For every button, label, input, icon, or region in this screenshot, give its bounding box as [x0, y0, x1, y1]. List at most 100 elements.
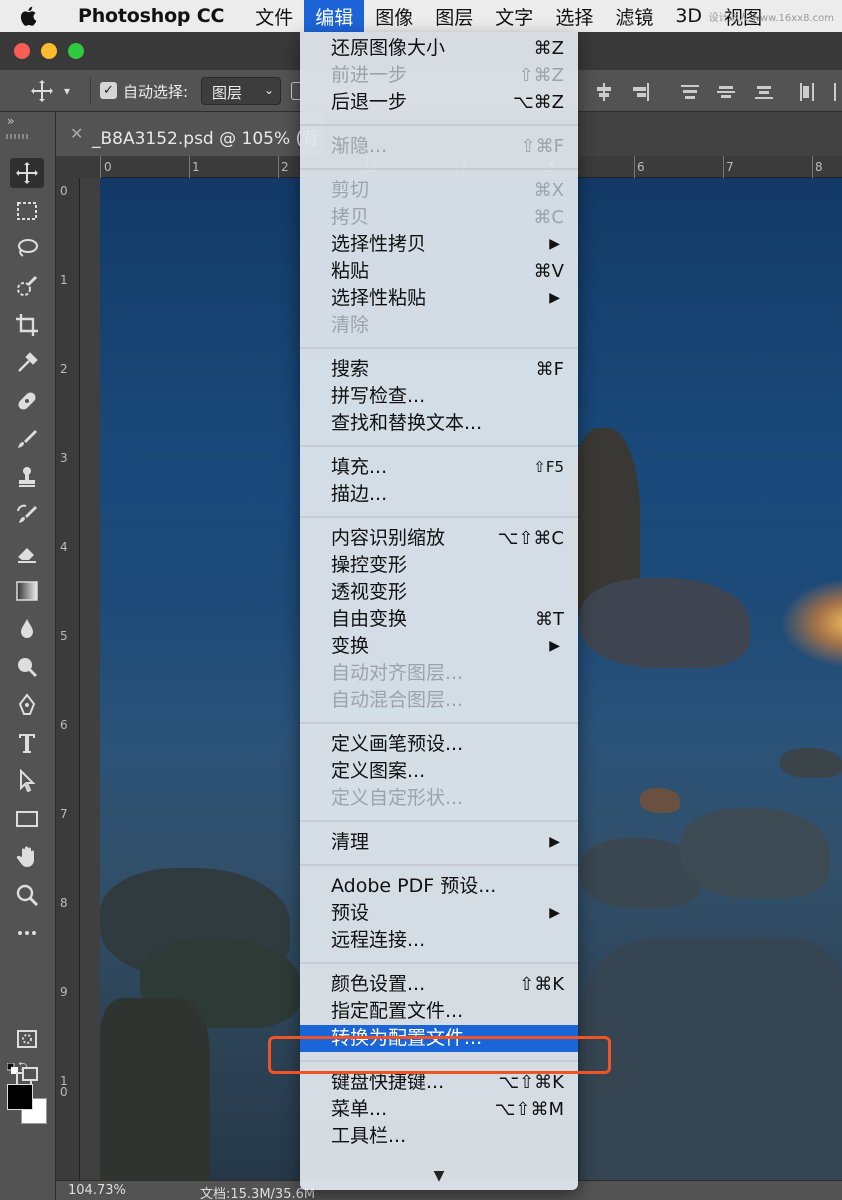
healing-brush-tool-icon[interactable] [10, 386, 44, 416]
distribute-horizontal-icon[interactable] [798, 82, 818, 106]
ruler-tick: 6 [637, 160, 645, 174]
edit-menu-item: 前进一步⇧⌘Z [300, 62, 578, 89]
ruler-tick: 7 [60, 809, 68, 820]
clone-stamp-tool-icon[interactable] [10, 462, 44, 492]
blur-tool-icon[interactable] [10, 614, 44, 644]
chevron-down-icon[interactable]: ▾ [64, 84, 70, 98]
window-maximize-button[interactable] [68, 43, 84, 59]
move-tool-icon[interactable] [10, 158, 44, 188]
align-horizontal-center-icon[interactable] [594, 82, 614, 106]
ruler-tick: 5 [60, 631, 68, 642]
align-top-icon[interactable] [680, 82, 700, 106]
edit-menu-item[interactable]: 指定配置文件... [300, 998, 578, 1025]
auto-select-checkbox[interactable]: ✓ [100, 82, 117, 99]
menu-item-shortcut: ⌘T [535, 606, 564, 633]
type-tool-icon[interactable] [10, 728, 44, 758]
chevron-down-icon: ⌄ [264, 83, 274, 97]
menu-filter[interactable]: 滤镜 [604, 0, 664, 32]
edit-menu-item[interactable]: 预设▶ [300, 900, 578, 927]
align-bottom-icon[interactable] [754, 82, 774, 106]
dodge-tool-icon[interactable] [10, 652, 44, 682]
pen-tool-icon[interactable] [10, 690, 44, 720]
menu-image[interactable]: 图像 [364, 0, 424, 32]
path-selection-tool-icon[interactable] [10, 766, 44, 796]
edit-menu-item[interactable]: 还原图像大小⌘Z [300, 35, 578, 62]
edit-menu-item[interactable]: 透视变形 [300, 579, 578, 606]
vertical-ruler[interactable]: 0 1 2 3 4 5 6 7 8 9 10 [56, 178, 80, 1180]
gradient-tool-icon[interactable] [10, 576, 44, 606]
zoom-tool-icon[interactable] [10, 880, 44, 910]
menu-3d[interactable]: 3D [664, 0, 713, 32]
menu-item-label: 指定配置文件... [331, 1000, 463, 1022]
menu-item-shortcut: ⇧⌘K [519, 971, 564, 998]
close-tab-icon[interactable]: ✕ [70, 124, 83, 143]
edit-menu-item[interactable]: 选择性拷贝▶ [300, 231, 578, 258]
lasso-tool-icon[interactable] [10, 234, 44, 264]
menu-item-label: 还原图像大小 [331, 37, 445, 59]
ruler-origin[interactable] [56, 156, 100, 178]
menu-file[interactable]: 文件 [244, 0, 304, 32]
edit-menu-item[interactable]: 内容识别缩放⌥⇧⌘C [300, 525, 578, 552]
menu-layer[interactable]: 图层 [424, 0, 484, 32]
edit-menu-item: 剪切⌘X [300, 177, 578, 204]
edit-menu-item[interactable]: 选择性粘贴▶ [300, 285, 578, 312]
quick-mask-icon[interactable] [10, 1024, 44, 1054]
menu-item-label: 键盘快捷键... [331, 1071, 444, 1093]
edit-menu-item[interactable]: 颜色设置...⇧⌘K [300, 971, 578, 998]
edit-menu-item[interactable]: 远程连接... [300, 927, 578, 954]
edit-menu-item[interactable]: 工具栏... [300, 1123, 578, 1150]
window-close-button[interactable] [14, 43, 30, 59]
menu-item-label: 粘贴 [331, 260, 369, 282]
edit-menu-item[interactable]: 清理▶ [300, 829, 578, 856]
align-vertical-center-icon[interactable] [716, 82, 736, 106]
menu-item-label: 后退一步 [331, 91, 407, 113]
edit-menu-item[interactable]: 描边... [300, 481, 578, 508]
edit-menu-item[interactable]: 搜索⌘F [300, 356, 578, 383]
app-name-menu[interactable]: Photoshop CC [58, 5, 244, 27]
auto-select-dropdown[interactable]: 图层 ⌄ [201, 77, 281, 105]
collapse-panel-icon[interactable]: ›› [7, 114, 13, 128]
history-brush-tool-icon[interactable] [10, 500, 44, 530]
hand-tool-icon[interactable] [10, 842, 44, 872]
panel-grip[interactable] [6, 134, 28, 139]
edit-menu-item[interactable]: 变换▶ [300, 633, 578, 660]
edit-menu-item[interactable]: 操控变形 [300, 552, 578, 579]
more-tools-icon[interactable] [10, 918, 44, 948]
distribute-icon[interactable] [832, 82, 842, 106]
edit-menu-item[interactable]: 自由变换⌘T [300, 606, 578, 633]
move-tool-icon[interactable] [30, 79, 54, 107]
menu-edit[interactable]: 编辑 [304, 0, 364, 32]
edit-menu-item[interactable]: 定义图案... [300, 758, 578, 785]
edit-menu-item[interactable]: 拼写检查... [300, 383, 578, 410]
apple-icon[interactable] [0, 5, 58, 27]
rectangle-tool-icon[interactable] [10, 804, 44, 834]
menu-select[interactable]: 选择 [544, 0, 604, 32]
zoom-level[interactable]: 104.73% [68, 1183, 126, 1198]
eraser-tool-icon[interactable] [10, 538, 44, 568]
edit-menu-item[interactable]: 菜单...⌥⇧⌘M [300, 1096, 578, 1123]
crop-tool-icon[interactable] [10, 310, 44, 340]
foreground-color-swatch[interactable] [7, 1084, 33, 1110]
rock [580, 938, 842, 1180]
menu-item-label: Adobe PDF 预设... [331, 875, 496, 897]
window-minimize-button[interactable] [41, 43, 57, 59]
edit-menu-item[interactable]: 定义画笔预设... [300, 731, 578, 758]
edit-menu-item[interactable]: 查找和替换文本... [300, 410, 578, 437]
edit-menu-item[interactable]: 填充...⇧F5 [300, 454, 578, 481]
marquee-tool-icon[interactable] [10, 196, 44, 226]
menu-item-shortcut: ⌘F [536, 356, 564, 383]
menu-item-label: 透视变形 [331, 581, 407, 603]
menu-separator [300, 856, 578, 873]
edit-menu-item[interactable]: 后退一步⌥⌘Z [300, 89, 578, 116]
align-right-icon[interactable] [630, 82, 650, 106]
edit-menu-item[interactable]: 粘贴⌘V [300, 258, 578, 285]
brush-tool-icon[interactable] [10, 424, 44, 454]
scroll-down-arrow-icon[interactable]: ▼ [300, 1168, 578, 1184]
document-size[interactable]: 文档:15.3M/35.6M [200, 1183, 315, 1200]
quick-selection-tool-icon[interactable] [10, 272, 44, 302]
eyedropper-tool-icon[interactable] [10, 348, 44, 378]
edit-menu-item[interactable]: Adobe PDF 预设... [300, 873, 578, 900]
menu-type[interactable]: 文字 [484, 0, 544, 32]
submenu-arrow-icon: ▶ [549, 900, 560, 927]
document-tab[interactable]: ✕ _B8A3152.psd @ 105% (背 [56, 112, 326, 156]
